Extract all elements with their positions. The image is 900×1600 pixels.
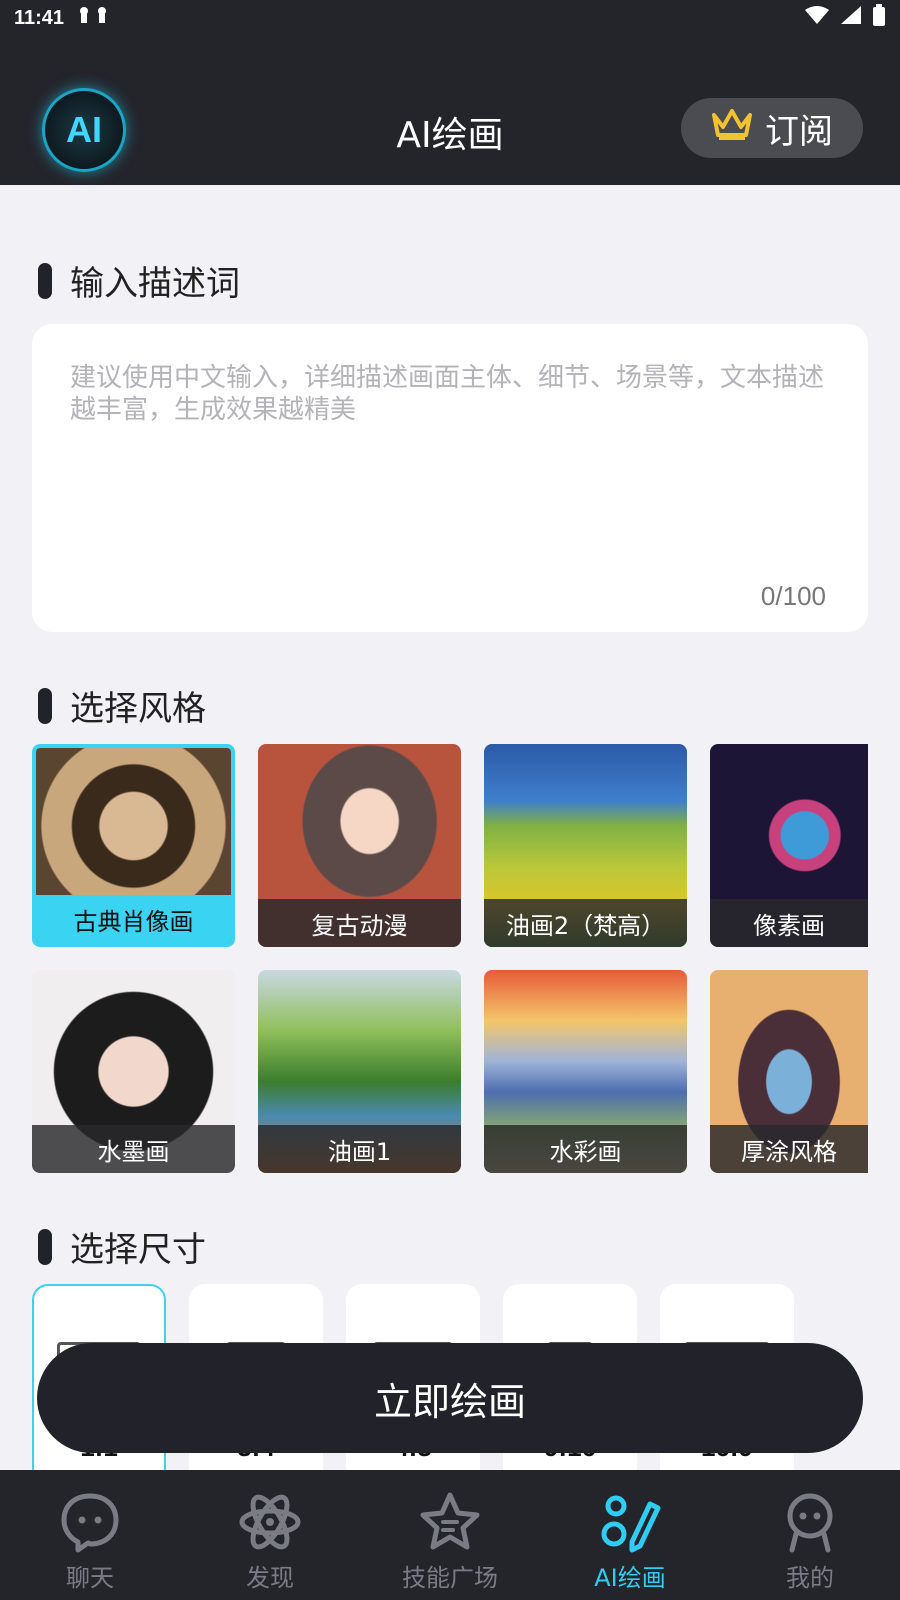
battery-icon — [872, 4, 886, 32]
description-section-title: 输入描述词 — [38, 256, 240, 305]
style-label: 古典肖像画 — [36, 895, 231, 943]
tab-label: 我的 — [786, 1564, 834, 1592]
style-card-oil-painting-1[interactable]: 油画1 — [258, 970, 461, 1173]
wifi-icon — [804, 5, 830, 31]
tab-label: 技能广场 — [402, 1564, 498, 1592]
style-label: 油画2（梵高） — [484, 899, 687, 947]
style-label: 复古动漫 — [258, 899, 461, 947]
person-face-icon — [787, 1493, 833, 1553]
style-label: 厚涂风格 — [710, 1125, 868, 1173]
style-card-watercolor[interactable]: 水彩画 — [484, 970, 687, 1173]
style-card-ink-wash[interactable]: 水墨画 — [32, 970, 235, 1173]
section-marker — [38, 1228, 52, 1265]
status-time: 11:41 — [14, 6, 65, 29]
description-placeholder: 建议使用中文输入，详细描述画面主体、细节、场景等，文本描述越丰富，生成效果越精美 — [70, 363, 825, 425]
size-section-title: 选择尺寸 — [38, 1222, 206, 1271]
style-card-pixel-art[interactable]: 像素画 — [710, 744, 868, 947]
signal-icon — [840, 5, 862, 31]
section-marker — [38, 687, 52, 724]
tab-chat[interactable]: 聊天 — [0, 1470, 180, 1600]
tab-skill-square[interactable]: 技能广场 — [360, 1470, 540, 1600]
style-title-text: 选择风格 — [70, 689, 206, 729]
style-label: 油画1 — [258, 1125, 461, 1173]
tab-label: 发现 — [246, 1564, 294, 1592]
style-label: 水彩画 — [484, 1125, 687, 1173]
style-card-retro-anime[interactable]: 复古动漫 — [258, 744, 461, 947]
app-header: AI AI绘画 订阅 — [0, 36, 900, 185]
style-card-oil-painting-van-gogh[interactable]: 油画2（梵高） — [484, 744, 687, 947]
size-title-text: 选择尺寸 — [70, 1230, 206, 1270]
status-bar: 11:41 — [0, 0, 900, 36]
tab-ai-painting[interactable]: AI绘画 — [540, 1470, 720, 1600]
tab-label: AI绘画 — [594, 1564, 666, 1592]
style-label: 水墨画 — [32, 1125, 235, 1173]
tab-discover[interactable]: 发现 — [180, 1470, 360, 1600]
crown-icon — [711, 107, 753, 150]
star-icon — [420, 1492, 480, 1550]
description-input[interactable]: 建议使用中文输入，详细描述画面主体、细节、场景等，文本描述越丰富，生成效果越精美… — [32, 324, 868, 632]
style-card-impasto[interactable]: 厚涂风格 — [710, 970, 868, 1173]
section-marker — [38, 262, 52, 299]
style-label: 像素画 — [710, 899, 868, 947]
atom-icon — [239, 1494, 301, 1550]
tab-label: 聊天 — [66, 1564, 114, 1592]
tab-mine[interactable]: 我的 — [720, 1470, 900, 1600]
char-counter: 0/100 — [760, 581, 826, 611]
style-card-classical-portrait[interactable]: 古典肖像画 — [32, 744, 235, 947]
notification-icon — [76, 5, 112, 31]
paint-pen-icon — [601, 1495, 661, 1553]
bottom-tab-bar: 聊天 发现 技能广场 AI绘画 我的 — [0, 1470, 900, 1600]
description-title-text: 输入描述词 — [70, 264, 240, 304]
subscribe-button[interactable]: 订阅 — [681, 98, 863, 158]
draw-now-button[interactable]: 立即绘画 — [37, 1343, 863, 1453]
subscribe-label: 订阅 — [765, 111, 833, 152]
chat-face-icon — [61, 1493, 119, 1553]
style-section-title: 选择风格 — [38, 681, 206, 730]
